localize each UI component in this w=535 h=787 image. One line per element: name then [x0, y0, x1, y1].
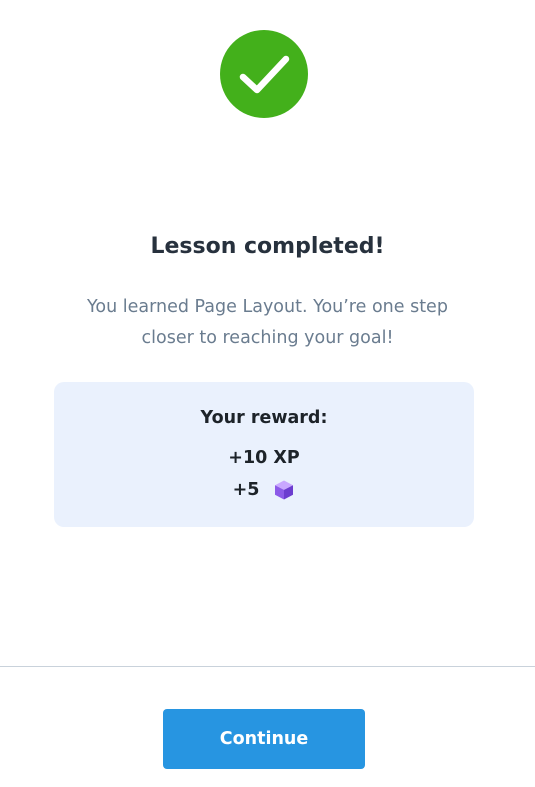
- reward-gems-value: +5: [232, 480, 260, 500]
- gem-cube-icon: [275, 480, 294, 500]
- reward-xp: +10 XP: [228, 448, 300, 468]
- completion-message: You learned Page Layout. You’re one step…: [87, 297, 448, 348]
- success-badge: [220, 30, 308, 118]
- reward-card: Your reward: +10 XP +5: [54, 382, 474, 527]
- continue-button[interactable]: Continue: [163, 709, 365, 769]
- checkmark-icon: [239, 55, 290, 94]
- page-title: Lesson completed!: [150, 234, 385, 259]
- reward-gems-row: +5: [54, 478, 474, 502]
- footer-divider: [0, 666, 535, 667]
- reward-heading: Your reward:: [200, 408, 328, 428]
- lesson-complete-screen: Lesson completed! You learned Page Layou…: [0, 0, 535, 787]
